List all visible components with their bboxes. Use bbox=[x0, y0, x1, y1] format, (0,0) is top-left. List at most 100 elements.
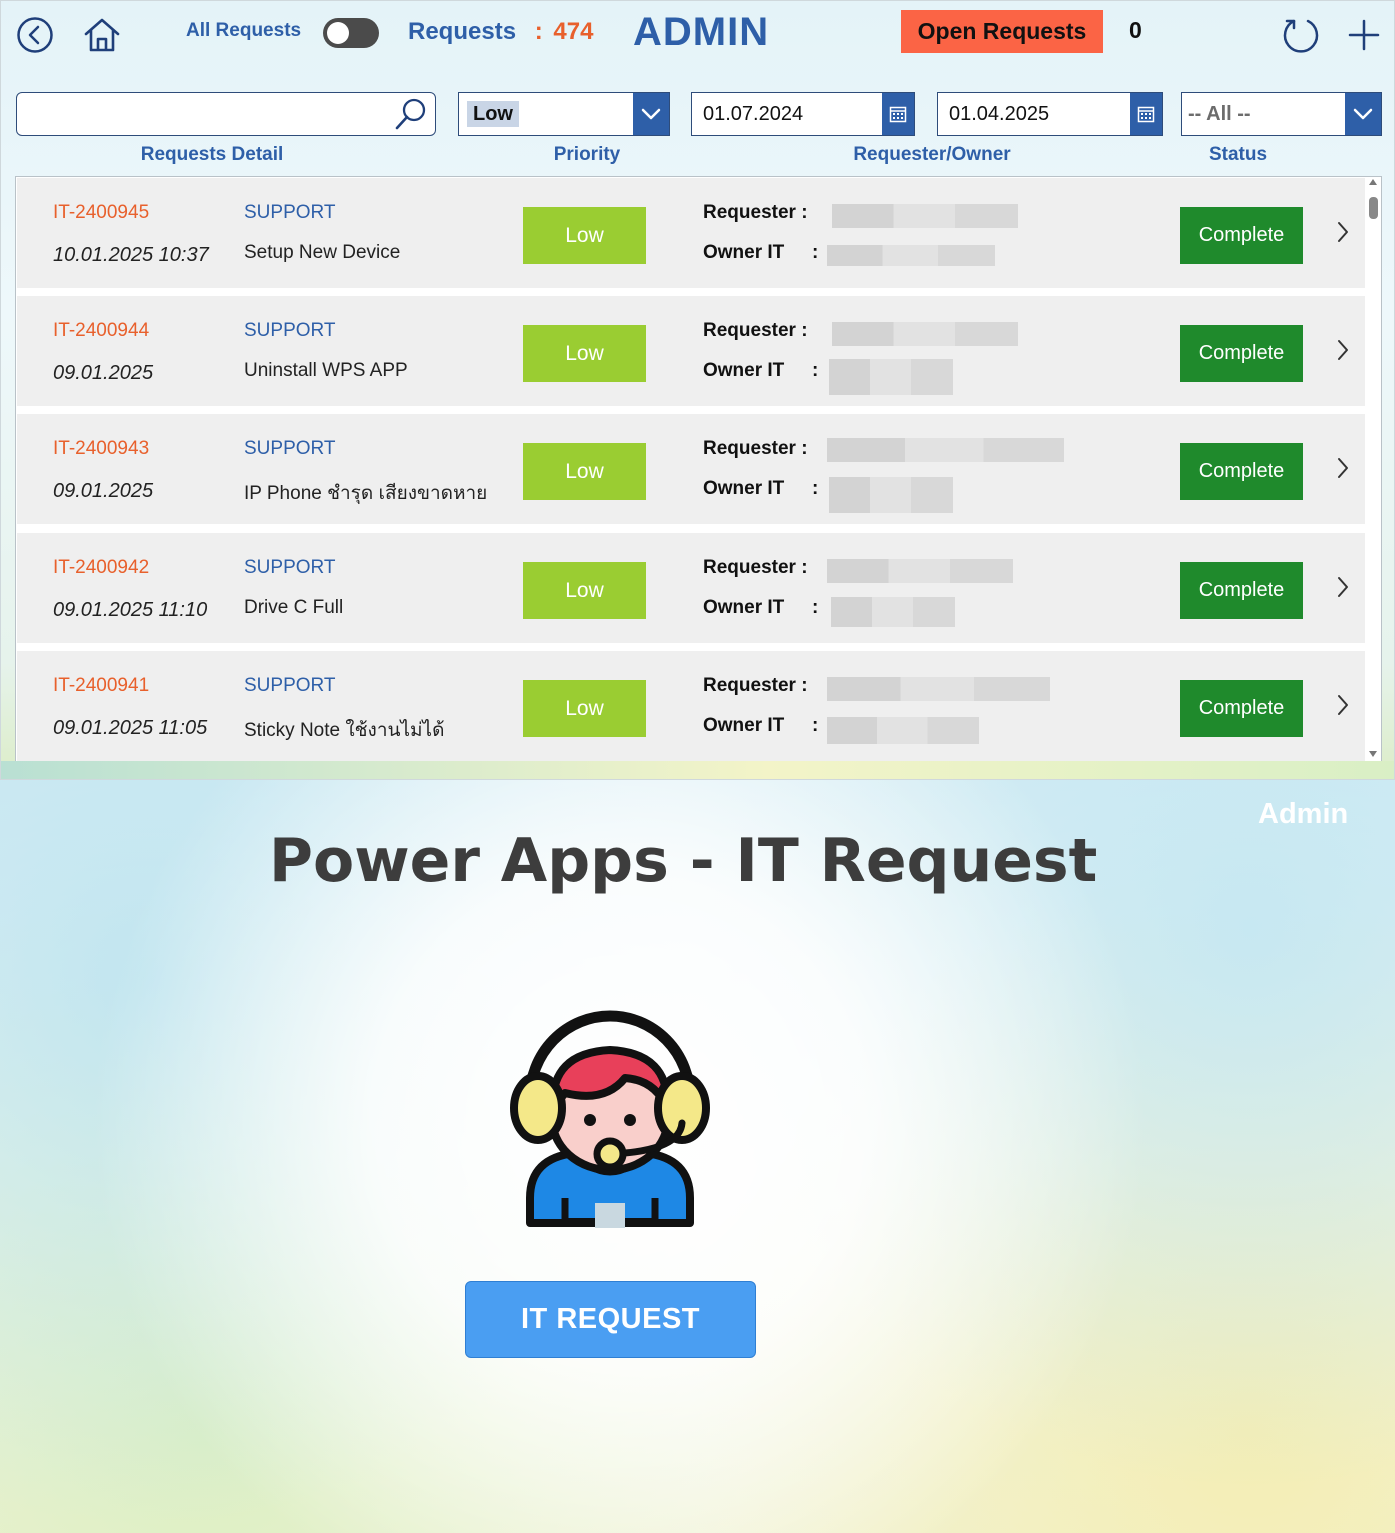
column-header-status: Status bbox=[1208, 144, 1268, 165]
home-button[interactable] bbox=[81, 14, 123, 56]
priority-dropdown-toggle[interactable] bbox=[633, 93, 669, 135]
request-row[interactable]: IT-2400942 09.01.2025 11:10 SUPPORT Driv… bbox=[17, 533, 1365, 643]
landing-title: Power Apps - IT Request bbox=[269, 826, 1098, 896]
requester-label: Requester : bbox=[703, 557, 808, 578]
owner-label: Owner IT bbox=[703, 478, 785, 499]
open-requests-button[interactable]: Open Requests bbox=[901, 10, 1103, 53]
date-from-picker[interactable]: 01.07.2024 bbox=[691, 92, 915, 136]
request-row[interactable]: IT-2400943 09.01.2025 SUPPORT IP Phone ช… bbox=[17, 414, 1365, 524]
scroll-down-arrow[interactable] bbox=[1369, 751, 1377, 757]
add-request-button[interactable] bbox=[1345, 16, 1383, 54]
status-badge: Complete bbox=[1180, 325, 1303, 382]
owner-name-redacted bbox=[829, 477, 953, 513]
refresh-button[interactable] bbox=[1280, 14, 1322, 56]
priority-badge: Low bbox=[523, 562, 646, 619]
request-date: 09.01.2025 bbox=[53, 362, 154, 384]
request-row[interactable]: IT-2400941 09.01.2025 11:05 SUPPORT Stic… bbox=[17, 651, 1365, 761]
request-row[interactable]: IT-2400945 10.01.2025 10:37 SUPPORT Setu… bbox=[17, 178, 1365, 288]
request-id: IT-2400945 bbox=[53, 202, 150, 223]
owner-colon: : bbox=[812, 715, 819, 736]
status-dropdown-value: -- All -- bbox=[1188, 102, 1251, 125]
requester-name-redacted bbox=[832, 204, 1018, 228]
back-button[interactable] bbox=[15, 15, 55, 55]
all-requests-label: All Requests bbox=[186, 20, 302, 41]
refresh-icon bbox=[1283, 19, 1319, 53]
request-id: IT-2400944 bbox=[53, 320, 150, 341]
request-category: SUPPORT bbox=[244, 438, 336, 459]
scroll-thumb[interactable] bbox=[1369, 197, 1378, 219]
status-badge: Complete bbox=[1180, 443, 1303, 500]
request-title: Uninstall WPS APP bbox=[244, 360, 408, 381]
open-requests-count: 0 bbox=[1129, 17, 1142, 43]
back-circle-icon bbox=[17, 17, 53, 53]
page-title: ADMIN bbox=[633, 10, 770, 54]
status-badge: Complete bbox=[1180, 207, 1303, 264]
owner-label: Owner IT bbox=[703, 597, 785, 618]
owner-colon: : bbox=[812, 360, 819, 381]
request-date: 09.01.2025 bbox=[53, 480, 154, 502]
request-row[interactable]: IT-2400944 09.01.2025 SUPPORT Uninstall … bbox=[17, 296, 1365, 406]
owner-name-redacted bbox=[829, 359, 953, 395]
owner-colon: : bbox=[812, 478, 819, 499]
chevron-right-icon[interactable] bbox=[1335, 220, 1351, 244]
scroll-up-arrow[interactable] bbox=[1369, 179, 1377, 185]
chevron-right-icon[interactable] bbox=[1335, 693, 1351, 717]
requests-app-panel: All Requests Requests : 474 ADMIN Open R… bbox=[0, 0, 1395, 780]
request-date: 09.01.2025 11:10 bbox=[53, 599, 208, 621]
support-agent-icon bbox=[510, 1010, 710, 1228]
status-dropdown[interactable]: -- All -- bbox=[1181, 92, 1382, 136]
chevron-right-icon[interactable] bbox=[1335, 456, 1351, 480]
request-category: SUPPORT bbox=[244, 675, 336, 696]
request-id: IT-2400941 bbox=[53, 675, 150, 696]
owner-label: Owner IT bbox=[703, 242, 785, 263]
owner-name-redacted bbox=[827, 245, 995, 266]
owner-name-redacted bbox=[827, 717, 979, 744]
owner-colon: : bbox=[812, 242, 819, 263]
request-title: Sticky Note ใช้งานไม่ได้ bbox=[244, 720, 445, 741]
priority-badge: Low bbox=[523, 443, 646, 500]
date-to-calendar-button[interactable] bbox=[1130, 93, 1162, 135]
column-header-requester-owner: Requester/Owner bbox=[853, 144, 1011, 165]
request-title: Drive C Full bbox=[244, 597, 344, 618]
it-request-button[interactable]: IT REQUEST bbox=[465, 1281, 756, 1358]
priority-dropdown[interactable]: Low bbox=[458, 92, 670, 136]
chevron-right-icon[interactable] bbox=[1335, 575, 1351, 599]
request-category: SUPPORT bbox=[244, 202, 336, 223]
requester-name-redacted bbox=[832, 322, 1018, 346]
owner-label: Owner IT bbox=[703, 360, 785, 381]
owner-colon: : bbox=[812, 597, 819, 618]
requester-name-redacted bbox=[827, 677, 1050, 701]
chevron-right-icon[interactable] bbox=[1335, 338, 1351, 362]
requests-counter: Requests : 474 bbox=[408, 18, 593, 46]
date-to-value: 01.04.2025 bbox=[949, 102, 1050, 125]
search-button[interactable] bbox=[393, 96, 429, 137]
request-title: Setup New Device bbox=[244, 242, 401, 263]
search-input[interactable] bbox=[16, 92, 436, 136]
priority-badge: Low bbox=[523, 325, 646, 382]
requests-count: 474 bbox=[553, 18, 594, 45]
gallery-scrollbar[interactable] bbox=[1367, 179, 1379, 763]
status-dropdown-toggle[interactable] bbox=[1345, 93, 1381, 135]
column-header-priority: Priority bbox=[553, 144, 621, 165]
request-id: IT-2400942 bbox=[53, 557, 150, 578]
request-date: 09.01.2025 11:05 bbox=[53, 717, 208, 739]
plus-icon bbox=[1348, 19, 1380, 51]
owner-name-redacted bbox=[831, 597, 955, 627]
request-category: SUPPORT bbox=[244, 557, 336, 578]
date-to-picker[interactable]: 01.04.2025 bbox=[937, 92, 1163, 136]
calendar-icon bbox=[889, 106, 907, 123]
requests-gallery: IT-2400945 10.01.2025 10:37 SUPPORT Setu… bbox=[15, 176, 1382, 766]
landing-screen: Admin Power Apps - IT Request IT REQUEST bbox=[0, 780, 1395, 1533]
chevron-down-icon bbox=[1353, 108, 1373, 120]
requester-label: Requester : bbox=[703, 202, 808, 223]
requester-label: Requester : bbox=[703, 675, 808, 696]
search-icon bbox=[395, 98, 426, 130]
date-from-calendar-button[interactable] bbox=[882, 93, 914, 135]
column-header-detail: Requests Detail bbox=[140, 144, 284, 165]
toggle-knob bbox=[327, 22, 349, 44]
admin-label: Admin bbox=[1258, 798, 1349, 830]
priority-dropdown-value: Low bbox=[459, 100, 633, 127]
date-from-value: 01.07.2024 bbox=[703, 102, 804, 125]
request-id: IT-2400943 bbox=[53, 438, 150, 459]
all-requests-toggle[interactable] bbox=[323, 18, 379, 48]
